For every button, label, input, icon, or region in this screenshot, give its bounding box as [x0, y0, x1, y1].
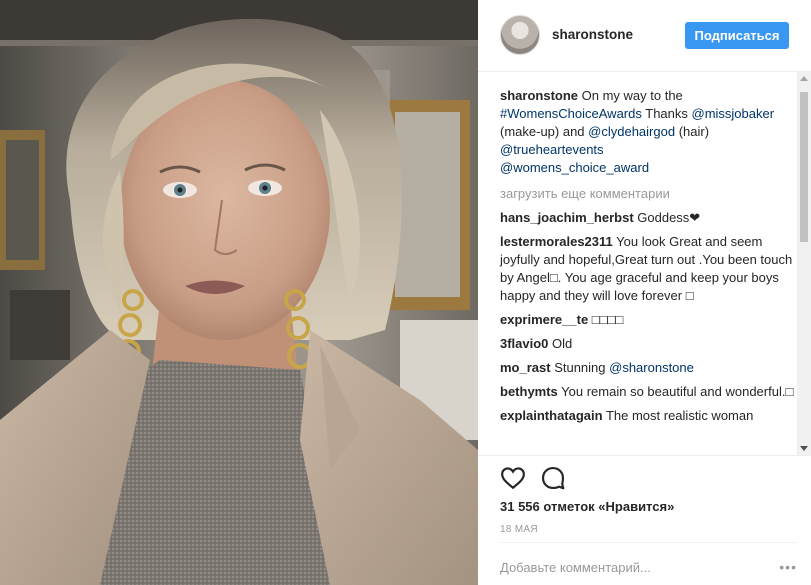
- comment-username[interactable]: 3flavio0: [500, 336, 548, 351]
- comment-text: Stunning: [550, 360, 610, 375]
- comment-item: explainthatagain The most realistic woma…: [500, 407, 795, 425]
- hashtag-link[interactable]: #WomensChoiceAwards: [500, 106, 642, 121]
- avatar[interactable]: [500, 15, 540, 55]
- mention-link[interactable]: @clydehairgod: [588, 124, 675, 139]
- mention-link[interactable]: @trueheartevents: [500, 142, 604, 157]
- author-username[interactable]: sharonstone: [552, 27, 633, 42]
- comments-section: sharonstone On my way to the #WomensChoi…: [478, 72, 811, 455]
- post-date[interactable]: 18 МАЯ: [500, 524, 538, 535]
- scroll-up-arrow-icon[interactable]: [800, 76, 808, 81]
- add-comment-input[interactable]: [500, 555, 772, 579]
- scroll-down-arrow-icon[interactable]: [800, 446, 808, 451]
- mention-link[interactable]: @sharonstone: [609, 360, 694, 375]
- comment-item: 3flavio0 Old: [500, 335, 795, 353]
- load-more-comments[interactable]: загрузить еще комментарии: [500, 185, 795, 203]
- comment-text: □□□□: [588, 312, 624, 327]
- heart-outline-icon[interactable]: [500, 465, 526, 491]
- comment-username[interactable]: exprimere__te: [500, 312, 588, 327]
- comment-username[interactable]: explainthatagain: [500, 408, 603, 423]
- mention-link[interactable]: @womens_choice_award: [500, 160, 649, 175]
- comment-text: Old: [548, 336, 573, 351]
- comment-item: exprimere__te □□□□: [500, 311, 795, 329]
- speech-bubble-icon[interactable]: [540, 465, 566, 491]
- add-comment-bar: •••: [500, 542, 797, 585]
- comment-item: bethymts You remain so beautiful and won…: [500, 383, 795, 401]
- comment-username[interactable]: bethymts: [500, 384, 558, 399]
- comment-text: Goddess❤: [633, 210, 701, 225]
- comment-text: You remain so beautiful and wonderful.□: [557, 384, 794, 399]
- follow-button[interactable]: Подписаться: [685, 22, 789, 49]
- post-panel: sharonstone Подписаться sharonstone On m…: [478, 0, 811, 585]
- comment-username[interactable]: mo_rast: [500, 360, 551, 375]
- comment-item: hans_joachim_herbst Goddess❤: [500, 209, 795, 227]
- more-options-icon[interactable]: •••: [779, 559, 797, 575]
- portrait-image: [0, 0, 478, 585]
- post-caption: sharonstone On my way to the #WomensChoi…: [500, 88, 775, 175]
- likes-count[interactable]: 31 556 отметок «Нравится»: [500, 499, 674, 514]
- scrollbar-thumb[interactable]: [800, 92, 808, 242]
- post-actions: 31 556 отметок «Нравится» 18 МАЯ •••: [478, 455, 811, 585]
- comment-username[interactable]: lestermorales2311: [500, 234, 613, 249]
- comment-username[interactable]: hans_joachim_herbst: [500, 210, 634, 225]
- post-header: sharonstone Подписаться: [478, 0, 811, 72]
- comment-text: The most realistic woman: [602, 408, 754, 423]
- caption-username[interactable]: sharonstone: [500, 88, 578, 103]
- comment-item: mo_rast Stunning @sharonstone: [500, 359, 795, 377]
- post-photo[interactable]: [0, 0, 478, 585]
- mention-link[interactable]: @missjobaker: [692, 106, 775, 121]
- comments-scrollbar[interactable]: [797, 72, 811, 455]
- comment-item: lestermorales2311 You look Great and see…: [500, 233, 795, 305]
